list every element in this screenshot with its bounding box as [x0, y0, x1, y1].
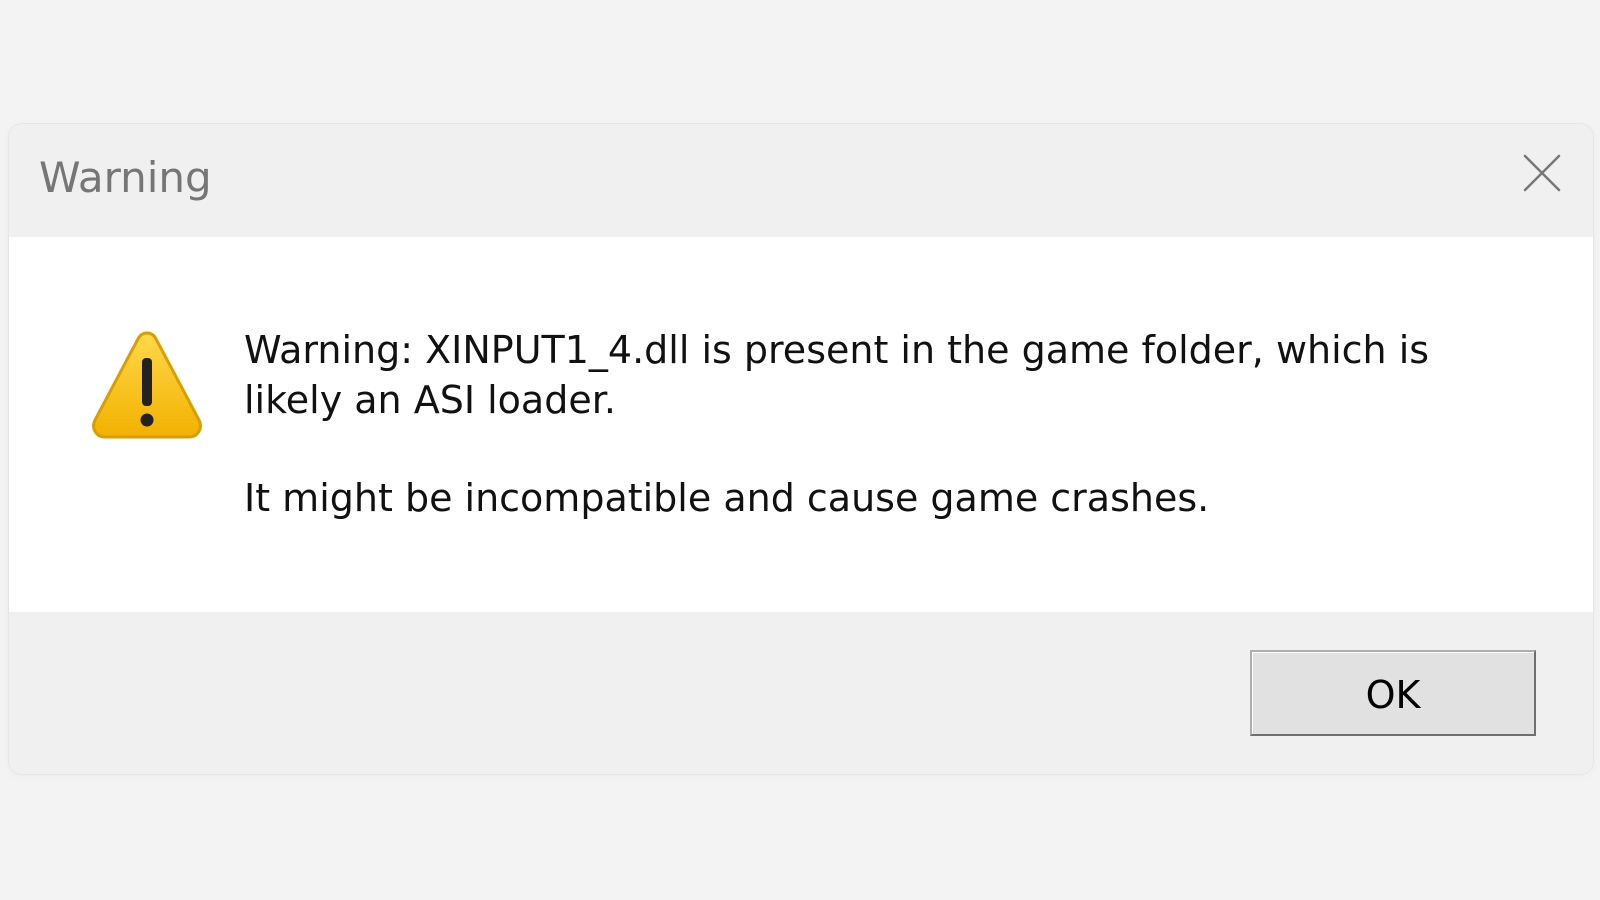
dialog-title: Warning	[39, 153, 212, 202]
title-bar: Warning	[9, 124, 1593, 237]
message-line-2: It might be incompatible and cause game …	[244, 476, 1210, 520]
dialog-content: Warning: XINPUT1_4.dll is present in the…	[9, 237, 1593, 612]
warning-dialog: Warning Warning: XINPUT1_4.dll is presen…	[8, 123, 1594, 775]
warning-icon	[92, 331, 202, 439]
ok-button[interactable]: OK	[1250, 650, 1536, 736]
dialog-footer: OK	[9, 612, 1593, 774]
close-button[interactable]	[1515, 146, 1569, 200]
warning-message: Warning: XINPUT1_4.dll is present in the…	[244, 325, 1504, 523]
message-line-1: Warning: XINPUT1_4.dll is present in the…	[244, 328, 1430, 422]
close-icon	[1523, 154, 1561, 192]
